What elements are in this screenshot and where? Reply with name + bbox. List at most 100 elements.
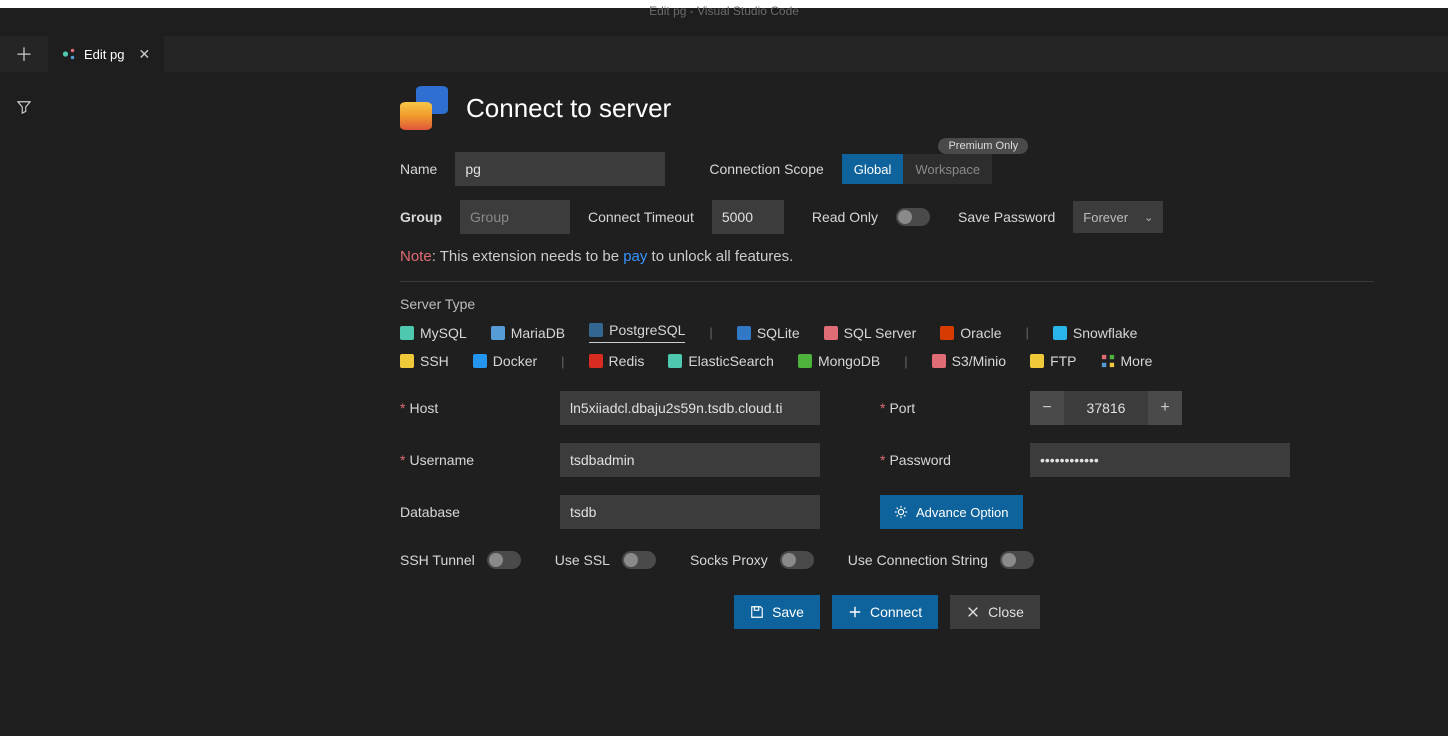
sqlite-icon — [737, 326, 751, 340]
gear-icon — [894, 505, 908, 519]
type-divider: | — [1025, 325, 1028, 340]
more-icon — [1101, 354, 1115, 368]
server-type-s3-minio[interactable]: S3/Minio — [932, 353, 1006, 369]
server-type-ssh[interactable]: SSH — [400, 353, 449, 369]
filter-icon[interactable] — [0, 100, 48, 114]
server-type-label: Oracle — [960, 325, 1001, 341]
server-type-ftp[interactable]: FTP — [1030, 353, 1076, 369]
new-tab-button[interactable]: ＋ — [0, 36, 48, 72]
save-label: Save — [772, 604, 804, 620]
note-mid: : This extension needs to be — [432, 248, 624, 265]
close-action-icon — [966, 605, 980, 619]
server-type-label: More — [1121, 353, 1153, 369]
server-type-redis[interactable]: Redis — [589, 353, 645, 369]
sql-server-icon — [824, 326, 838, 340]
server-type-label: MongoDB — [818, 353, 880, 369]
server-type-elasticsearch[interactable]: ElasticSearch — [668, 353, 774, 369]
group-input[interactable] — [460, 200, 570, 234]
scope-workspace-button[interactable]: Workspace Premium Only — [903, 154, 992, 184]
port-input[interactable] — [1064, 391, 1148, 425]
server-type-label: MariaDB — [511, 325, 565, 341]
note-prefix: Note — [400, 248, 432, 265]
action-buttons: Save Connect Close — [400, 595, 1374, 629]
name-input[interactable] — [455, 152, 665, 186]
type-divider: | — [709, 325, 712, 340]
type-divider: | — [904, 354, 907, 369]
premium-badge: Premium Only — [938, 138, 1028, 154]
database-icon — [400, 86, 448, 130]
conn-string-label: Use Connection String — [848, 552, 988, 568]
advance-option-label: Advance Option — [916, 505, 1009, 520]
plus-icon — [848, 605, 862, 619]
tab-label: Edit pg — [84, 47, 124, 62]
note-text: Note: This extension needs to be pay to … — [400, 248, 1374, 265]
username-input[interactable] — [560, 443, 820, 477]
save-button[interactable]: Save — [734, 595, 820, 629]
use-ssl-toggle[interactable] — [622, 551, 656, 569]
ftp-icon — [1030, 354, 1044, 368]
scope-global-button[interactable]: Global — [842, 154, 904, 184]
separator — [400, 281, 1374, 282]
server-type-label: SSH — [420, 353, 449, 369]
server-type-snowflake[interactable]: Snowflake — [1053, 325, 1138, 341]
server-type-more[interactable]: More — [1101, 353, 1153, 369]
save-icon — [750, 605, 764, 619]
server-type-docker[interactable]: Docker — [473, 353, 537, 369]
server-type-label: Docker — [493, 353, 537, 369]
server-type-oracle[interactable]: Oracle — [940, 325, 1001, 341]
password-label: Password — [880, 452, 1030, 468]
mongodb-icon — [798, 354, 812, 368]
server-type-postgresql[interactable]: PostgreSQL — [589, 322, 685, 343]
server-type-mysql[interactable]: MySQL — [400, 325, 467, 341]
host-input[interactable] — [560, 391, 820, 425]
close-icon[interactable]: ✕ — [138, 46, 150, 63]
username-label: Username — [400, 452, 560, 468]
group-label: Group — [400, 209, 442, 225]
s3-minio-icon — [932, 354, 946, 368]
tab-bar: ＋ Edit pg ✕ — [0, 36, 1448, 72]
port-decrement-button[interactable]: − — [1030, 391, 1064, 425]
oracle-icon — [940, 326, 954, 340]
close-label: Close — [988, 604, 1024, 620]
readonly-label: Read Only — [812, 209, 878, 225]
close-button[interactable]: Close — [950, 595, 1040, 629]
server-type-label: MySQL — [420, 325, 467, 341]
server-type-sqlite[interactable]: SQLite — [737, 325, 800, 341]
snowflake-icon — [1053, 326, 1067, 340]
ssh-icon — [400, 354, 414, 368]
server-type-label: SQLite — [757, 325, 800, 341]
password-input[interactable] — [1030, 443, 1290, 477]
mysql-icon — [400, 326, 414, 340]
docker-icon — [473, 354, 487, 368]
timeout-input[interactable] — [712, 200, 784, 234]
advance-option-button[interactable]: Advance Option — [880, 495, 1023, 529]
connection-form: Connect to server Name Connection Scope … — [400, 86, 1374, 629]
database-input[interactable] — [560, 495, 820, 529]
server-type-mariadb[interactable]: MariaDB — [491, 325, 565, 341]
ssh-tunnel-toggle[interactable] — [487, 551, 521, 569]
readonly-toggle[interactable] — [896, 208, 930, 226]
server-type-label: ElasticSearch — [688, 353, 774, 369]
server-type-mongodb[interactable]: MongoDB — [798, 353, 880, 369]
server-type-label: Snowflake — [1073, 325, 1138, 341]
database-label: Database — [400, 504, 560, 520]
editor-area: Connect to server Name Connection Scope … — [48, 72, 1434, 730]
server-type-label: Server Type — [400, 296, 1374, 312]
scope-label: Connection Scope — [709, 161, 823, 177]
elasticsearch-icon — [668, 354, 682, 368]
page-title: Connect to server — [466, 93, 671, 124]
server-type-sql-server[interactable]: SQL Server — [824, 325, 917, 341]
server-type-label: SQL Server — [844, 325, 917, 341]
conn-string-toggle[interactable] — [1000, 551, 1034, 569]
timeout-label: Connect Timeout — [588, 209, 694, 225]
connect-button[interactable]: Connect — [832, 595, 938, 629]
redis-icon — [589, 354, 603, 368]
server-types-row1: MySQL MariaDB PostgreSQL | SQLite SQL Server O… — [400, 322, 1374, 343]
window-top-edge — [0, 0, 1448, 8]
socks-proxy-toggle[interactable] — [780, 551, 814, 569]
port-increment-button[interactable]: + — [1148, 391, 1182, 425]
tab-edit-pg[interactable]: Edit pg ✕ — [48, 36, 164, 72]
savepw-select[interactable]: Forever ⌄ — [1073, 201, 1163, 233]
toggles-row: SSH Tunnel Use SSL Socks Proxy Use Conne… — [400, 551, 1374, 569]
pay-link[interactable]: pay — [623, 248, 647, 265]
